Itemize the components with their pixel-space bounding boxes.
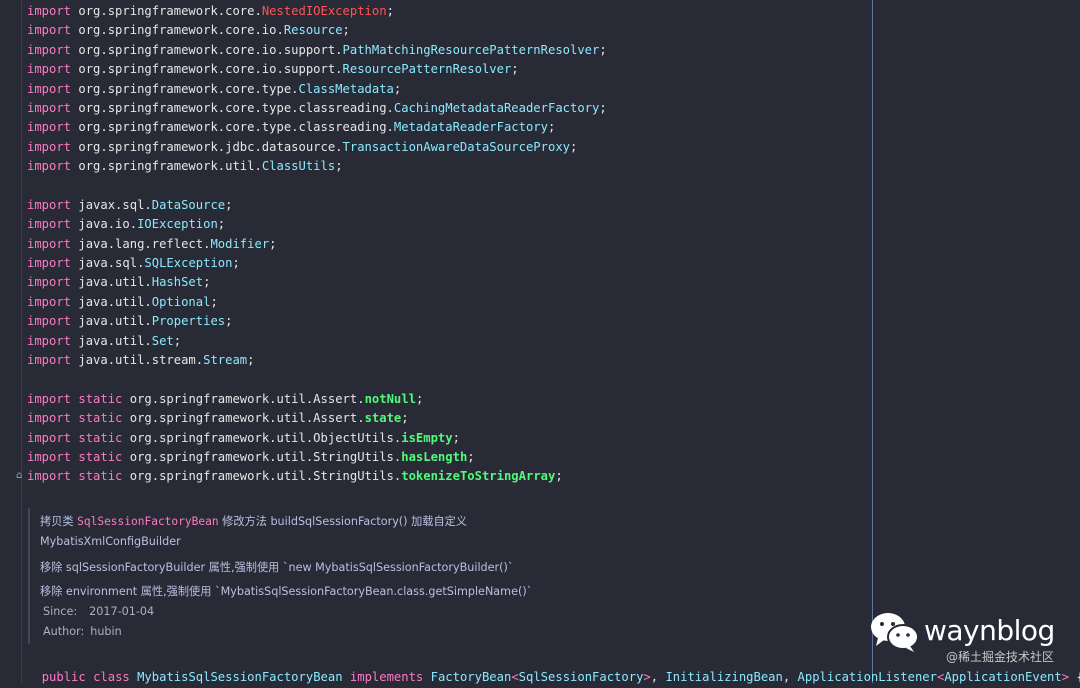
right-margin-guide bbox=[872, 0, 873, 683]
import-line[interactable]: import static org.springframework.util.O… bbox=[27, 429, 607, 448]
import-line[interactable]: import java.util.stream.Stream; bbox=[27, 351, 607, 370]
code-import-block[interactable]: import org.springframework.core.NestedIO… bbox=[27, 2, 607, 487]
import-line[interactable]: import static org.springframework.util.A… bbox=[27, 390, 607, 409]
doc-line-2: MybatisXmlConfigBuilder bbox=[40, 535, 181, 548]
doc-line-3: 移除 sqlSessionFactoryBuilder 属性,强制使用 `new… bbox=[40, 561, 514, 574]
doc-since: Since: 2017-01-04 bbox=[43, 605, 155, 618]
import-line[interactable]: import org.springframework.util.ClassUti… bbox=[27, 157, 607, 176]
import-line[interactable]: import java.lang.reflect.Modifier; bbox=[27, 235, 607, 254]
import-line[interactable]: import java.sql.SQLException; bbox=[27, 254, 607, 273]
import-line[interactable]: import org.springframework.core.NestedIO… bbox=[27, 2, 607, 21]
import-line[interactable]: import java.util.HashSet; bbox=[27, 273, 607, 292]
doc-line-1: 拷贝类 SqlSessionFactoryBean 修改方法 buildSqlS… bbox=[40, 515, 468, 528]
import-line[interactable]: import org.springframework.core.io.suppo… bbox=[27, 41, 607, 60]
blank-line[interactable] bbox=[27, 177, 607, 196]
fold-marker-icon[interactable]: ⌂ bbox=[16, 470, 22, 481]
editor-gutter-border bbox=[21, 0, 22, 683]
blank-line[interactable] bbox=[27, 370, 607, 389]
import-line[interactable]: import java.util.Properties; bbox=[27, 312, 607, 331]
import-line[interactable]: import java.util.Optional; bbox=[27, 293, 607, 312]
import-line[interactable]: import static org.springframework.util.S… bbox=[27, 467, 607, 486]
import-line[interactable]: import static org.springframework.util.A… bbox=[27, 409, 607, 428]
watermark-sub: @稀土掘金技术社区 bbox=[946, 650, 1055, 664]
import-line[interactable]: import org.springframework.core.type.cla… bbox=[27, 99, 607, 118]
watermark-name: waynblog bbox=[924, 614, 1055, 647]
import-line[interactable]: import java.util.Set; bbox=[27, 332, 607, 351]
wechat-icon bbox=[871, 613, 919, 652]
import-line[interactable]: import org.springframework.core.type.cla… bbox=[27, 118, 607, 137]
javadoc-rendered-block: 拷贝类 SqlSessionFactoryBean 修改方法 buildSqlS… bbox=[28, 508, 540, 644]
import-line[interactable]: import org.springframework.core.io.suppo… bbox=[27, 60, 607, 79]
import-line[interactable]: import java.io.IOException; bbox=[27, 215, 607, 234]
import-line[interactable]: import org.springframework.core.io.Resou… bbox=[27, 21, 607, 40]
doc-author: Author: hubin bbox=[43, 625, 122, 638]
import-line[interactable]: import org.springframework.jdbc.datasour… bbox=[27, 138, 607, 157]
import-line[interactable]: import static org.springframework.util.S… bbox=[27, 448, 607, 467]
import-line[interactable]: import org.springframework.core.type.Cla… bbox=[27, 80, 607, 99]
watermark: waynblog @稀土掘金技术社区 bbox=[870, 610, 1070, 670]
import-line[interactable]: import javax.sql.DataSource; bbox=[27, 196, 607, 215]
doc-line-4: 移除 environment 属性,强制使用 `MybatisSqlSessio… bbox=[40, 585, 533, 598]
